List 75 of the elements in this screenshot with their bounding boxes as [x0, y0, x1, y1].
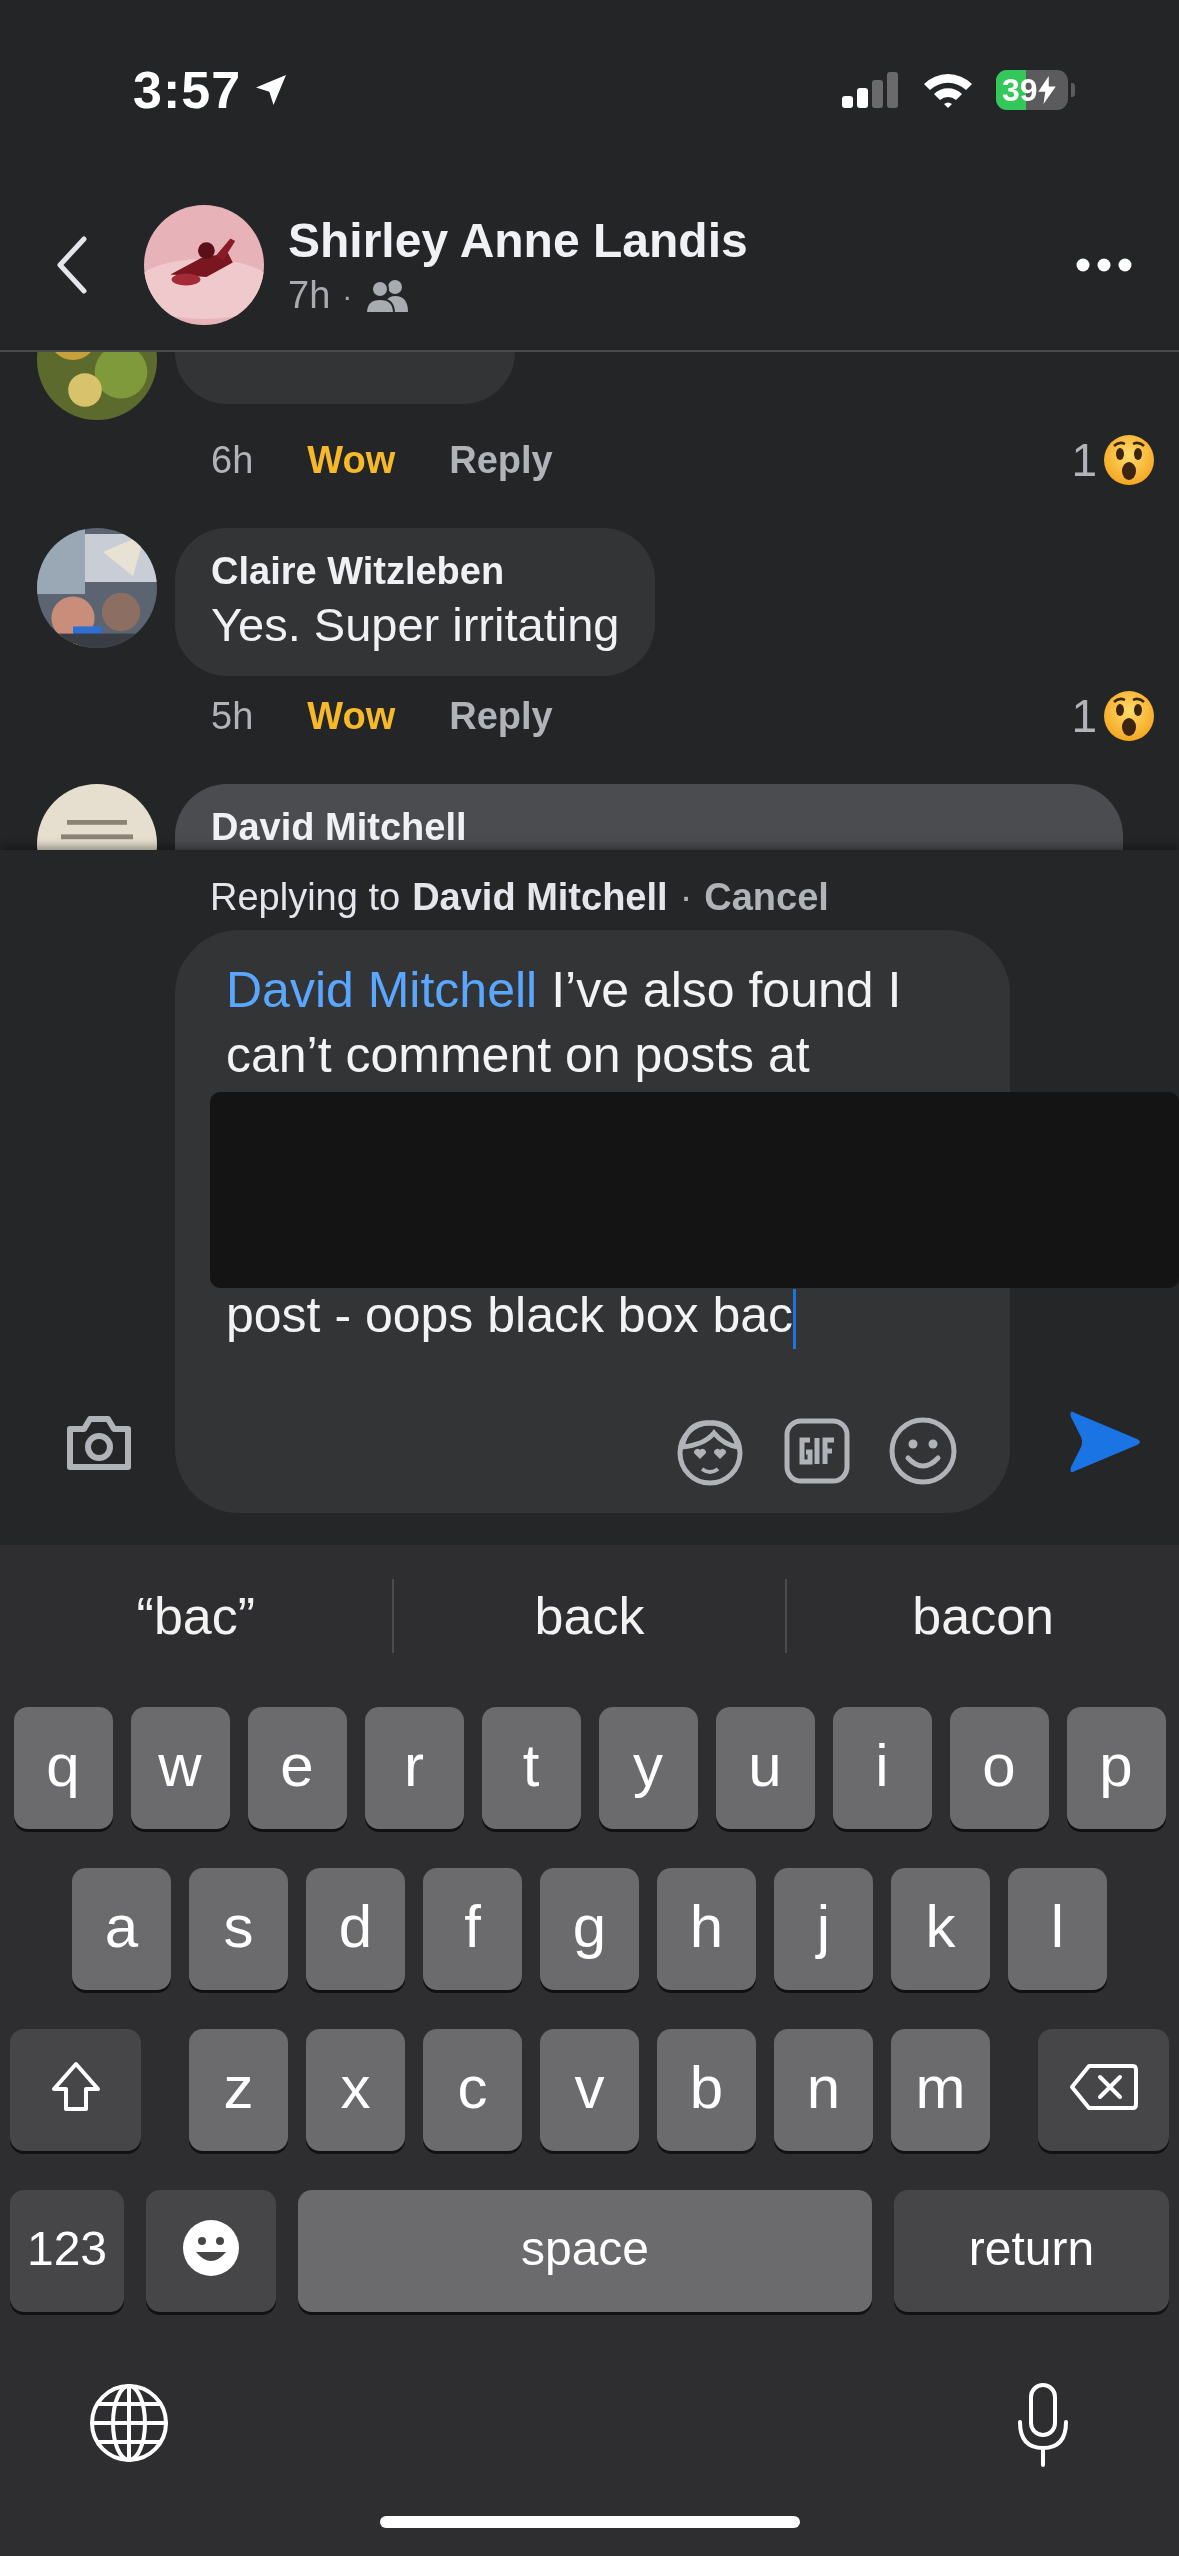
key[interactable]: c	[423, 2029, 522, 2151]
key[interactable]: j	[774, 1868, 873, 1990]
replying-label: Replying to	[210, 875, 401, 919]
key[interactable]: t	[481, 1707, 581, 1829]
key[interactable]: b	[657, 2029, 756, 2151]
gif-icon	[784, 1418, 850, 1484]
key[interactable]: g	[540, 1868, 639, 1990]
emoji-button[interactable]	[888, 1416, 958, 1486]
reply-link[interactable]: Reply	[449, 694, 553, 738]
camera-button[interactable]	[64, 1413, 134, 1473]
more-icon	[1076, 258, 1132, 272]
back-icon	[54, 235, 88, 295]
key[interactable]: k	[891, 1868, 990, 1990]
smiley-icon	[181, 2218, 241, 2278]
signal-icon	[842, 72, 900, 108]
key[interactable]: w	[130, 1707, 230, 1829]
microphone-icon	[1015, 2382, 1071, 2468]
reaction-link[interactable]: Wow	[307, 694, 396, 738]
key[interactable]: o	[949, 1707, 1049, 1829]
suggestion[interactable]: bacon	[787, 1579, 1179, 1653]
suggestion[interactable]: back	[393, 1579, 786, 1653]
friends-icon	[364, 277, 411, 314]
separator-dot: ·	[342, 278, 353, 313]
gif-button[interactable]	[784, 1418, 850, 1484]
comment-time: 6h	[211, 438, 254, 482]
key[interactable]: i	[832, 1707, 932, 1829]
key[interactable]: u	[715, 1707, 815, 1829]
replying-name: David Mitchell	[412, 875, 668, 919]
camera-icon	[64, 1413, 134, 1473]
commenter-name: David Mitchell	[211, 806, 468, 849]
wifi-icon	[922, 71, 974, 109]
backspace-icon	[1068, 2062, 1139, 2112]
return-key[interactable]: return	[894, 2190, 1169, 2312]
comment-text: Yes. Super irritating	[211, 597, 620, 652]
surprised-face-icon	[1103, 434, 1155, 486]
key[interactable]: a	[72, 1868, 171, 1990]
clock: 3:57	[133, 60, 242, 120]
key[interactable]: s	[189, 1868, 288, 1990]
key[interactable]: e	[247, 1707, 347, 1829]
battery-icon: 39	[996, 70, 1068, 110]
emoji-key[interactable]	[146, 2190, 276, 2312]
key[interactable]: l	[1008, 1868, 1107, 1990]
shift-key[interactable]	[10, 2029, 141, 2151]
key[interactable]: y	[598, 1707, 698, 1829]
surprised-face-icon	[1103, 690, 1155, 742]
commenter-name: Claire Witzleben	[211, 550, 506, 593]
microphone-button[interactable]	[1015, 2382, 1071, 2468]
smiley-icon	[888, 1416, 958, 1486]
key[interactable]: p	[1066, 1707, 1166, 1829]
key[interactable]: m	[891, 2029, 990, 2151]
key[interactable]: z	[189, 2029, 288, 2151]
comment-time: 5h	[211, 694, 254, 738]
space-key[interactable]: space	[298, 2190, 872, 2312]
key[interactable]: h	[657, 1868, 756, 1990]
key[interactable]: f	[423, 1868, 522, 1990]
reaction-link[interactable]: Wow	[307, 438, 396, 482]
numbers-key[interactable]: 123	[10, 2190, 124, 2312]
reply-link[interactable]: Reply	[449, 438, 553, 482]
key[interactable]: x	[306, 2029, 405, 2151]
key[interactable]: d	[306, 1868, 405, 1990]
reaction-count: 1	[1071, 433, 1097, 487]
suggestion[interactable]: “bac”	[0, 1579, 392, 1653]
delete-key[interactable]	[1038, 2029, 1169, 2151]
key[interactable]: v	[540, 2029, 639, 2151]
mention-link[interactable]: David Mitchell	[226, 962, 538, 1018]
key[interactable]: n	[774, 2029, 873, 2151]
reaction-count: 1	[1071, 689, 1097, 743]
comment-text: David Mitchell I’ve also found I can’t comment on posts at	[226, 961, 903, 1085]
key[interactable]: q	[13, 1707, 113, 1829]
author-name: Shirley Anne Landis	[288, 213, 749, 268]
key[interactable]: r	[364, 1707, 464, 1829]
cancel-link[interactable]: Cancel	[704, 875, 829, 919]
separator-dot: ·	[679, 875, 693, 919]
globe-icon	[88, 2382, 170, 2464]
post-time: 7h	[288, 274, 331, 317]
